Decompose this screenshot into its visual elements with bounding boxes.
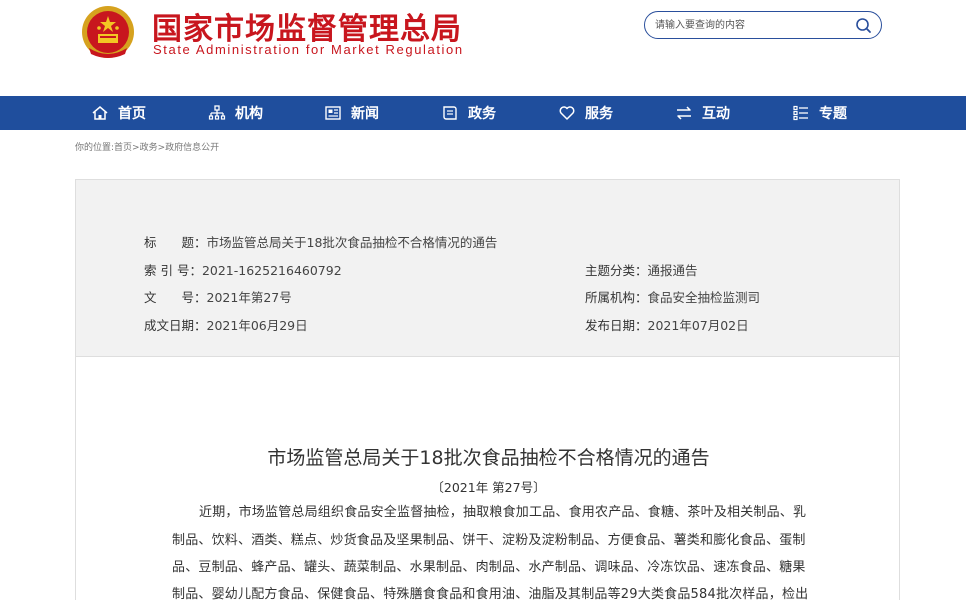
nav-item-services[interactable]: 服务 — [558, 96, 613, 130]
meta-index-value: 2021-1625216460792 — [201, 263, 342, 278]
meta-index-key: 索 引 号： — [144, 263, 202, 278]
meta-created-key: 成文日期： — [144, 318, 207, 333]
site-subtitle: State Administration for Market Regulati… — [153, 42, 464, 57]
meta-doc-number-key: 文 号： — [144, 290, 207, 305]
nav-item-news[interactable]: 新闻 — [324, 96, 379, 130]
document-content: 市场监管总局关于18批次食品抽检不合格情况的通告 〔2021年 第27号〕 近期… — [75, 357, 900, 600]
heart-icon — [559, 106, 575, 120]
meta-org-key: 所属机构： — [585, 290, 648, 305]
document-paragraph-line: 近期，市场监管总局组织食品安全监督抽检，抽取粮食加工品、食用农产品、食糖、茶叶及… — [199, 505, 807, 520]
meta-topic-key: 主题分类： — [585, 263, 648, 278]
meta-published-row: 发布日期：2021年07月02日 — [585, 315, 749, 334]
document-paragraph-line: 品、豆制品、蜂产品、罐头、蔬菜制品、水果制品、肉制品、水产制品、调味品、冷冻饮品… — [172, 560, 806, 575]
meta-title-row: 标 题：市场监管总局关于18批次食品抽检不合格情况的通告 — [144, 232, 497, 251]
meta-topic-value: 通报通告 — [647, 263, 698, 278]
document-metadata: 标 题：市场监管总局关于18批次食品抽检不合格情况的通告 索 引 号：2021-… — [75, 179, 900, 357]
nav-item-label: 互动 — [702, 106, 730, 122]
meta-org-value: 食品安全抽检监测司 — [647, 290, 761, 305]
meta-doc-number-row: 文 号：2021年第27号 — [144, 287, 292, 306]
meta-created-row: 成文日期：2021年06月29日 — [144, 315, 308, 334]
document-paragraph-line: 制品、饮料、酒类、糕点、炒货食品及坚果制品、饼干、淀粉及淀粉制品、方便食品、薯类… — [172, 533, 806, 548]
meta-index-row: 索 引 号：2021-1625216460792 — [144, 260, 342, 279]
nav-item-interaction[interactable]: 互动 — [675, 96, 730, 130]
national-emblem-icon[interactable] — [79, 4, 137, 62]
search-icon[interactable] — [855, 17, 872, 34]
breadcrumb[interactable]: 你的位置:首页>政务>政府信息公开 — [75, 140, 219, 153]
site-header: 国家市场监督管理总局 State Administration for Mark… — [0, 0, 966, 96]
meta-topic-row: 主题分类：通报通告 — [585, 260, 698, 279]
home-icon — [92, 106, 108, 120]
document-number: 〔2021年 第27号〕 — [431, 480, 546, 495]
nav-item-label: 政务 — [468, 106, 496, 122]
meta-org-row: 所属机构：食品安全抽检监测司 — [585, 287, 760, 306]
org-chart-icon — [208, 105, 226, 120]
document-title: 市场监管总局关于18批次食品抽检不合格情况的通告 — [267, 447, 710, 469]
nav-item-label: 专题 — [819, 106, 847, 122]
nav-item-label: 新闻 — [351, 106, 379, 122]
nav-item-government-affairs[interactable]: 政务 — [441, 96, 496, 130]
meta-created-value: 2021年06月29日 — [206, 318, 308, 333]
meta-title-value: 市场监管总局关于18批次食品抽检不合格情况的通告 — [206, 235, 498, 250]
nav-item-label: 服务 — [585, 106, 613, 122]
exchange-icon — [677, 106, 691, 120]
main-nav: 首页 机构 新闻 政务 服务 互动 专题 — [0, 96, 966, 130]
nav-item-home[interactable]: 首页 — [91, 96, 146, 130]
search-input[interactable] — [655, 16, 845, 34]
meta-published-value: 2021年07月02日 — [647, 318, 749, 333]
nav-item-label: 首页 — [118, 106, 146, 122]
nav-item-label: 机构 — [235, 106, 263, 122]
list-icon — [793, 105, 808, 121]
document-paragraph-line: 制品、婴幼儿配方食品、保健食品、特殊膳食食品和食用油、油脂及其制品等29大类食品… — [172, 587, 809, 600]
search-box — [644, 11, 882, 39]
nav-item-organization[interactable]: 机构 — [208, 96, 263, 130]
meta-title-key: 标 题： — [144, 235, 207, 250]
book-icon — [443, 106, 457, 120]
nav-item-topics[interactable]: 专题 — [792, 96, 847, 130]
meta-doc-number-value: 2021年第27号 — [206, 290, 292, 305]
meta-published-key: 发布日期： — [585, 318, 648, 333]
news-icon — [325, 106, 341, 120]
